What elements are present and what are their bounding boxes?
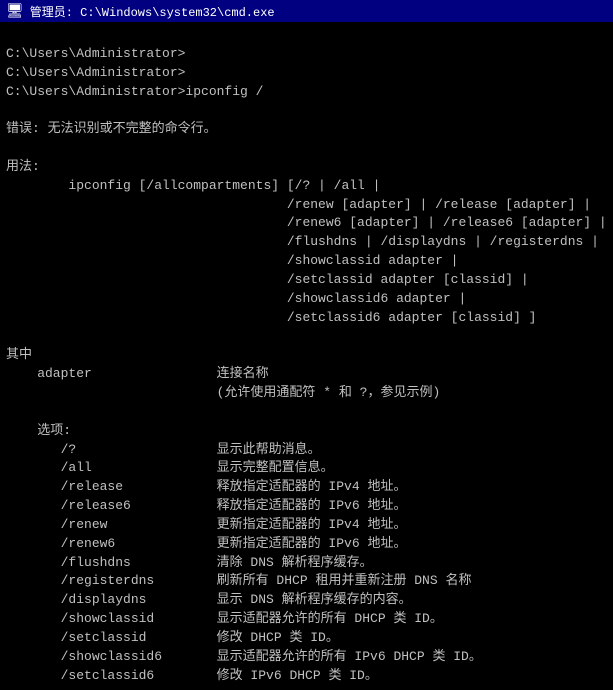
terminal-line: /? 显示此帮助消息。	[6, 441, 607, 460]
terminal-line: C:\Users\Administrator>	[6, 64, 607, 83]
terminal-line: /setclassid 修改 DHCP 类 ID。	[6, 629, 607, 648]
terminal-line	[6, 328, 607, 347]
terminal-line: /showclassid6 显示适配器允许的所有 IPv6 DHCP 类 ID。	[6, 648, 607, 667]
terminal-line: C:\Users\Administrator>ipconfig /	[6, 83, 607, 102]
terminal-line: ipconfig [/allcompartments] [/? | /all |	[6, 177, 607, 196]
terminal-line: /flushdns 清除 DNS 解析程序缓存。	[6, 554, 607, 573]
terminal-line: /release6 释放指定适配器的 IPv6 地址。	[6, 497, 607, 516]
terminal-line: /renew6 更新指定适配器的 IPv6 地址。	[6, 535, 607, 554]
title-bar-icon: 🖥	[6, 3, 24, 20]
terminal-line: /renew6 [adapter] | /release6 [adapter] …	[6, 214, 607, 233]
terminal-body[interactable]: C:\Users\Administrator>C:\Users\Administ…	[0, 22, 613, 690]
title-bar: 🖥 管理员: C:\Windows\system32\cmd.exe	[0, 0, 613, 22]
title-text: 管理员: C:\Windows\system32\cmd.exe	[30, 3, 607, 20]
terminal-line: /setclassid6 修改 IPv6 DHCP 类 ID。	[6, 667, 607, 686]
terminal-line: adapter 连接名称	[6, 365, 607, 384]
terminal-line	[6, 403, 607, 422]
terminal-line: /registerdns 刷新所有 DHCP 租用并重新注册 DNS 名称	[6, 572, 607, 591]
terminal-line: /renew 更新指定适配器的 IPv4 地址。	[6, 516, 607, 535]
terminal-line: /release 释放指定适配器的 IPv4 地址。	[6, 478, 607, 497]
terminal-line: 选项:	[6, 422, 607, 441]
terminal-line	[6, 139, 607, 158]
terminal-line: 用法:	[6, 158, 607, 177]
terminal-line: /flushdns | /displaydns | /registerdns |	[6, 233, 607, 252]
terminal-line: /displaydns 显示 DNS 解析程序缓存的内容。	[6, 591, 607, 610]
terminal-line: 其中	[6, 346, 607, 365]
terminal-line: /setclassid6 adapter [classid] ]	[6, 309, 607, 328]
terminal-line: /renew [adapter] | /release [adapter] |	[6, 196, 607, 215]
terminal-line: /setclassid adapter [classid] |	[6, 271, 607, 290]
terminal-line: 错误: 无法识别或不完整的命令行。	[6, 120, 607, 139]
terminal-line: (允许使用通配符 * 和 ?，参见示例)	[6, 384, 607, 403]
terminal-line: /showclassid 显示适配器允许的所有 DHCP 类 ID。	[6, 610, 607, 629]
terminal-line: C:\Users\Administrator>	[6, 45, 607, 64]
terminal-line: /showclassid6 adapter |	[6, 290, 607, 309]
terminal-line: /showclassid adapter |	[6, 252, 607, 271]
terminal-line	[6, 101, 607, 120]
terminal-line: /all 显示完整配置信息。	[6, 459, 607, 478]
